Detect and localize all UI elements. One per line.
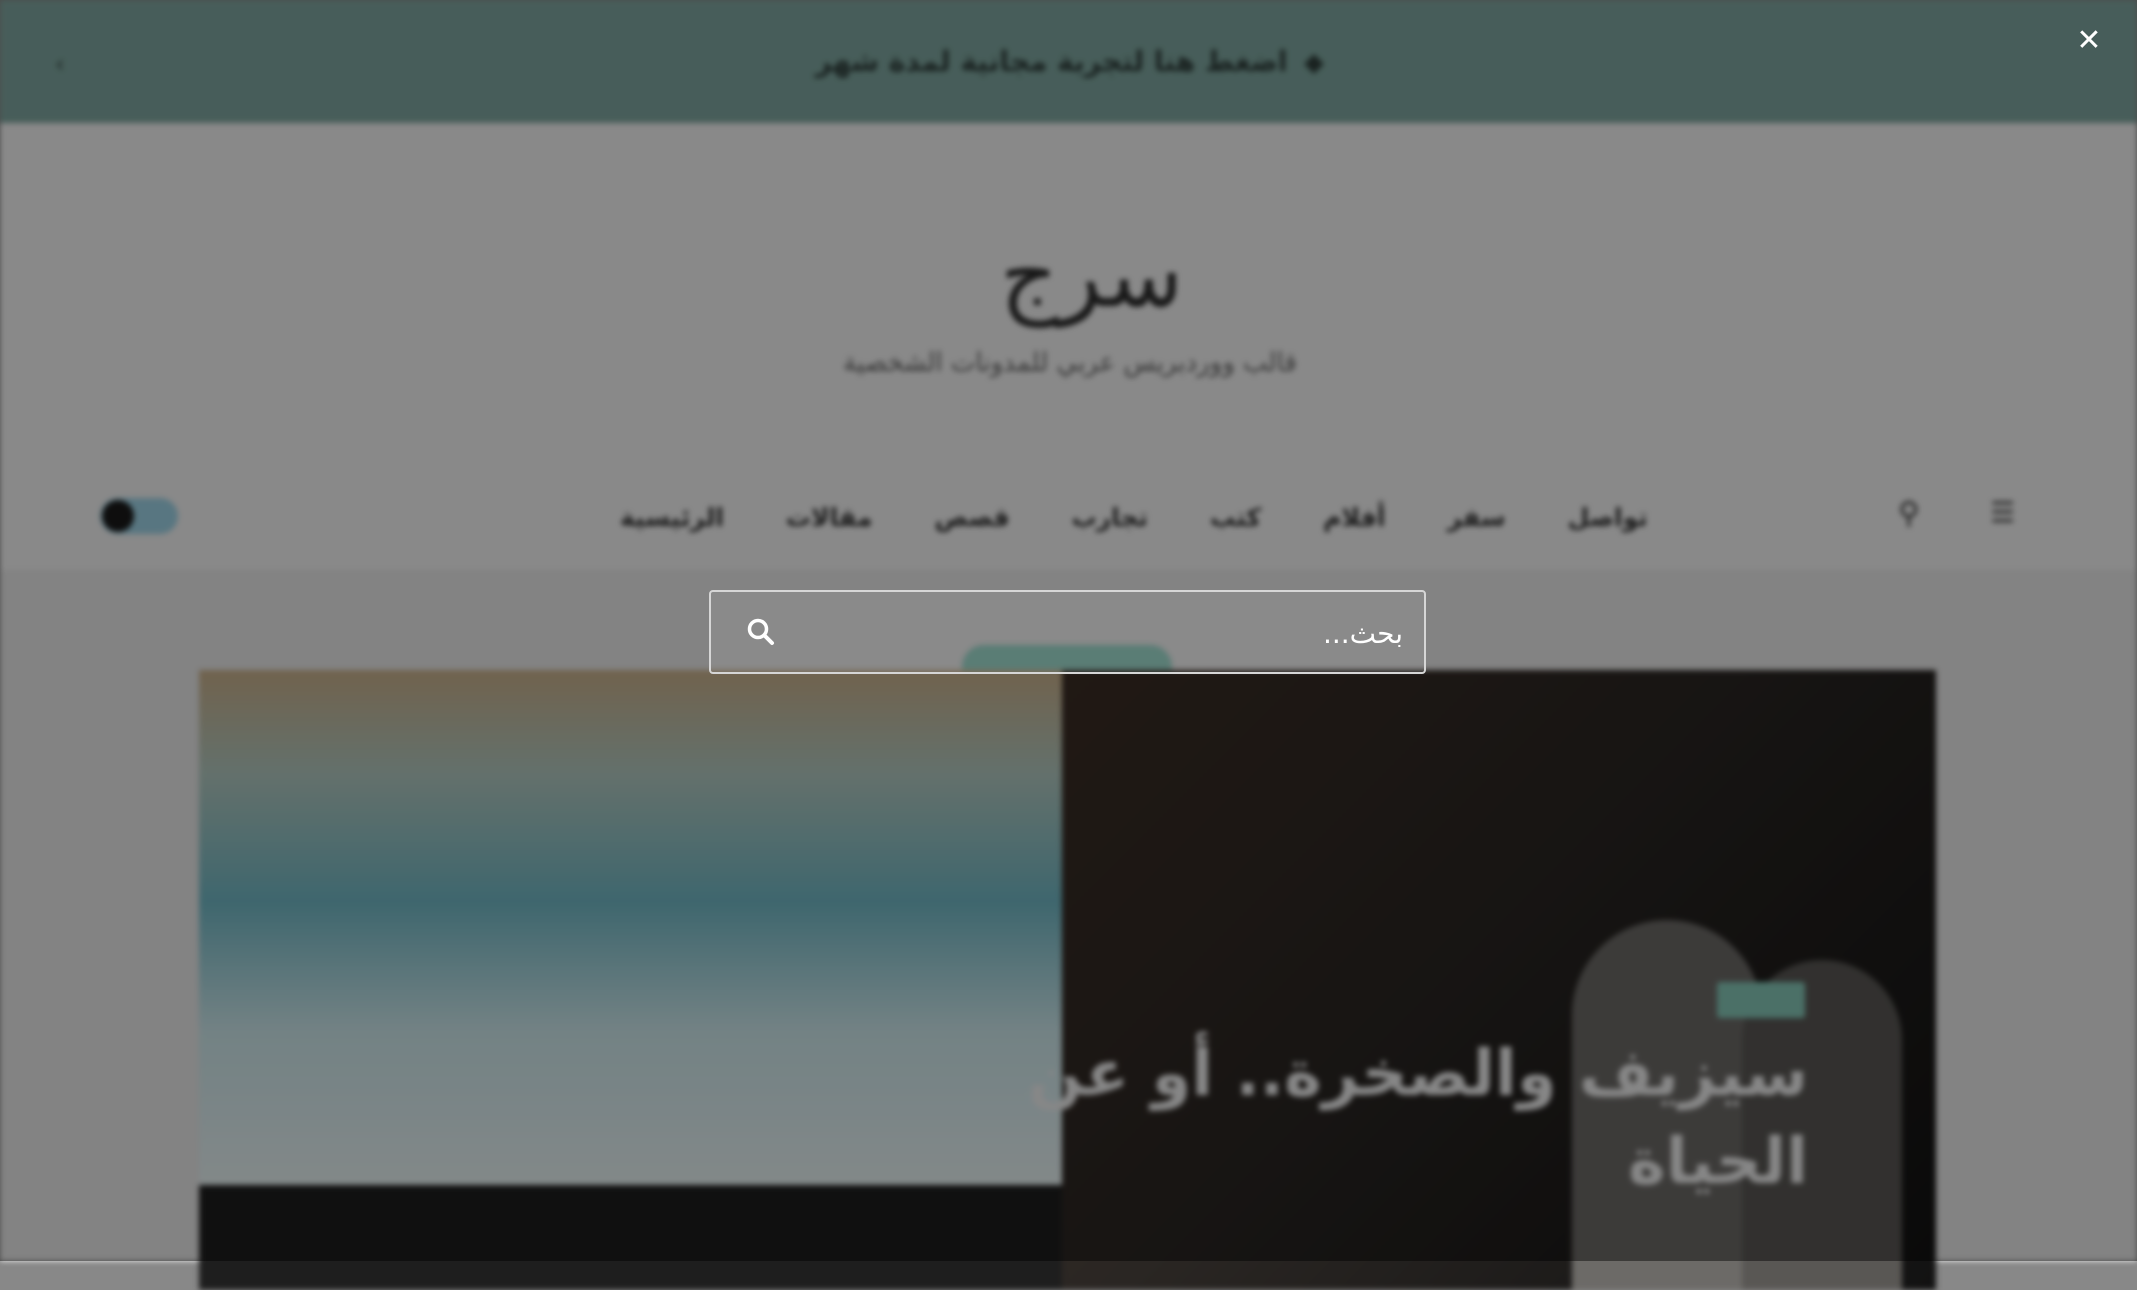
search-input[interactable]	[801, 592, 1405, 674]
search-icon[interactable]	[745, 616, 777, 648]
search-form	[709, 590, 1426, 674]
close-search-button[interactable]: ✕	[2074, 26, 2104, 56]
